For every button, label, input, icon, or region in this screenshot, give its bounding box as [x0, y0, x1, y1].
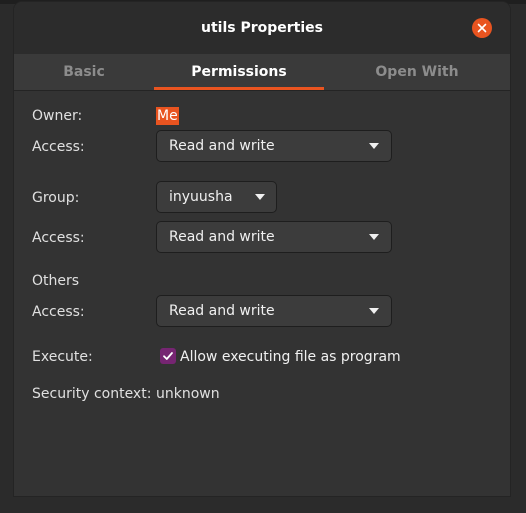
owner-access-label: Access:: [32, 139, 85, 155]
group-access-dropdown[interactable]: Read and write: [156, 221, 392, 253]
titlebar: utils Properties: [14, 2, 510, 54]
group-label: Group:: [32, 190, 80, 206]
owner-label: Owner:: [32, 108, 83, 124]
tab-permissions[interactable]: Permissions: [154, 54, 324, 90]
chevron-down-icon: [369, 234, 379, 240]
owner-access-value: Read and write: [169, 138, 275, 154]
others-access-label: Access:: [32, 304, 85, 320]
execute-checkbox[interactable]: [160, 348, 176, 364]
others-access-dropdown[interactable]: Read and write: [156, 295, 392, 327]
owner-value: Me: [156, 107, 179, 125]
tab-bar: Basic Permissions Open With: [14, 54, 510, 91]
tab-basic[interactable]: Basic: [14, 54, 154, 90]
security-context-label: Security context:: [32, 386, 152, 402]
security-context-value: unknown: [156, 386, 220, 402]
tab-open-with[interactable]: Open With: [324, 54, 510, 90]
group-value: inyuusha: [169, 189, 233, 205]
chevron-down-icon: [255, 194, 265, 200]
chevron-down-icon: [369, 308, 379, 314]
close-icon: [477, 23, 487, 33]
others-heading: Others: [32, 273, 80, 289]
execute-checkbox-label[interactable]: Allow executing file as program: [180, 348, 401, 366]
group-access-label: Access:: [32, 230, 85, 246]
close-button[interactable]: [472, 18, 492, 38]
check-icon: [163, 352, 173, 360]
chevron-down-icon: [369, 143, 379, 149]
execute-label: Execute:: [32, 349, 93, 365]
group-access-value: Read and write: [169, 229, 275, 245]
group-dropdown[interactable]: inyuusha: [156, 181, 277, 213]
others-access-value: Read and write: [169, 303, 275, 319]
properties-dialog: utils Properties Basic Permissions Open …: [14, 2, 510, 496]
window-title: utils Properties: [201, 20, 323, 36]
owner-access-dropdown[interactable]: Read and write: [156, 130, 392, 162]
